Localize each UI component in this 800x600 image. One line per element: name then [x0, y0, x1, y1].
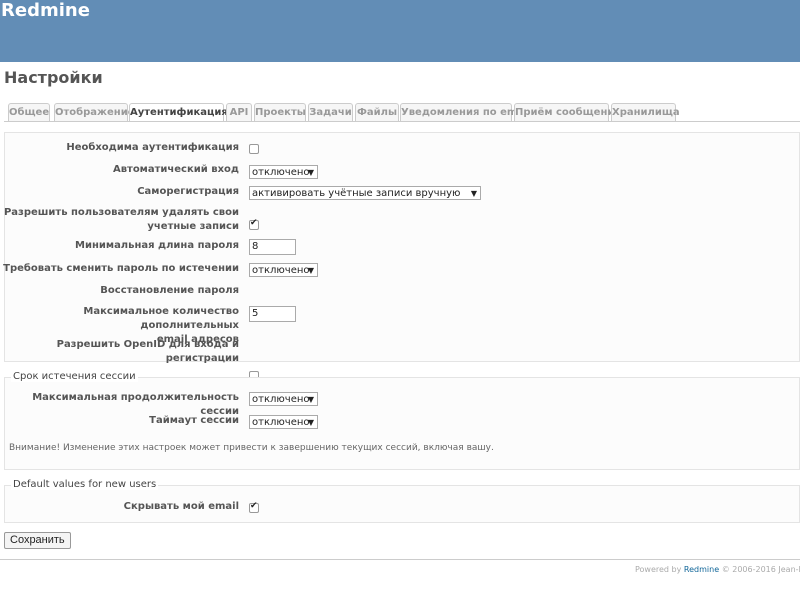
self-registration-select[interactable]: активировать учётные записи вручную ▼ — [249, 186, 481, 200]
hide-mail-checkbox[interactable] — [249, 501, 259, 513]
session-settings-box: Срок истечения сессии Максимальная продо… — [4, 371, 800, 470]
unsubscribe-checkbox[interactable] — [249, 218, 259, 230]
app-title[interactable]: Redmine — [1, 0, 90, 21]
save-button[interactable]: Сохранить — [4, 532, 71, 549]
lost-password-label: Восстановление пароля — [100, 285, 239, 296]
max-emails-input[interactable]: 5 — [249, 306, 296, 322]
chevron-down-icon: ▼ — [470, 189, 477, 198]
login-required-checkbox[interactable] — [249, 144, 259, 154]
self-registration-label: Саморегистрация — [137, 186, 239, 197]
openid-label: Разрешить OpenID для входа и регистрации — [56, 339, 239, 364]
chevron-down-icon: ▼ — [307, 418, 314, 427]
tab-incoming-mail[interactable]: Приём сообщений — [514, 103, 621, 121]
login-required-label: Необходима аутентификация — [66, 142, 239, 153]
tab-api[interactable]: API — [226, 103, 252, 121]
tab-notifications[interactable]: Уведомления по email — [400, 103, 531, 121]
unsubscribe-label: Разрешить пользователям удалять свои уче… — [3, 207, 239, 232]
top-header: Redmine — [0, 0, 800, 62]
autologin-label: Автоматический вход — [112, 164, 239, 175]
footer: Powered by Redmine © 2006-2016 Jean-Ph — [635, 565, 800, 574]
tab-repositories[interactable]: Хранилища — [611, 103, 680, 121]
chevron-down-icon: ▼ — [307, 395, 314, 404]
auth-settings-box: Необходима аутентификация Автоматический… — [3, 132, 800, 381]
password-min-length-input[interactable]: 8 — [249, 239, 296, 255]
chevron-down-icon: ▼ — [307, 266, 314, 275]
tab-general[interactable]: Общее — [8, 103, 50, 121]
default-values-legend: Default values for new users — [11, 479, 159, 490]
tab-display[interactable]: Отображение — [54, 103, 135, 121]
chevron-down-icon: ▼ — [307, 168, 314, 177]
session-lifetime-select[interactable]: отключено ▼ — [249, 392, 318, 406]
tab-issues[interactable]: Задачи — [308, 103, 353, 121]
tab-files[interactable]: Файлы — [355, 103, 399, 121]
default-values-box: Default values for new users Скрывать мо… — [4, 479, 800, 523]
tabs-divider — [4, 121, 800, 122]
session-timeout-select[interactable]: отключено ▼ — [249, 415, 318, 429]
tab-projects[interactable]: Проекты — [254, 103, 306, 121]
session-legend: Срок истечения сессии — [11, 371, 138, 382]
password-min-length-label: Минимальная длина пароля — [75, 240, 239, 251]
password-max-age-select[interactable]: отключено ▼ — [249, 263, 318, 277]
autologin-select[interactable]: отключено ▼ — [249, 165, 318, 179]
password-max-age-label: Требовать сменить пароль по истечении — [3, 263, 239, 274]
tab-authentication[interactable]: Аутентификация — [129, 103, 228, 122]
session-timeout-label: Таймаут сессии — [149, 415, 239, 426]
footer-divider — [0, 559, 800, 560]
hide-mail-label: Скрывать мой email — [123, 501, 239, 512]
redmine-link[interactable]: Redmine — [684, 565, 719, 574]
page-title: Настройки — [4, 68, 103, 87]
session-warning-text: Внимание! Изменение этих настроек может … — [9, 443, 494, 453]
